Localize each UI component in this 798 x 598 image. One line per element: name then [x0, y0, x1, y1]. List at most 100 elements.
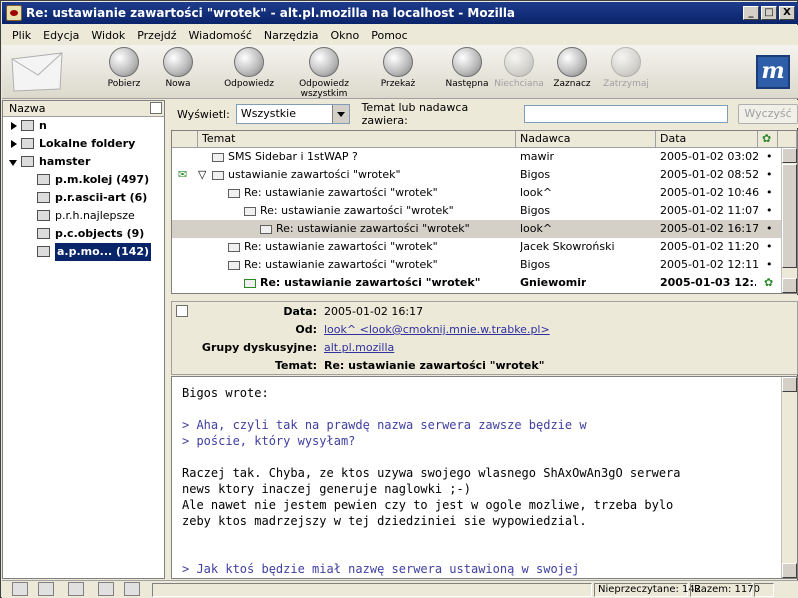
folder-label: p.r.ascii-art (6) [55, 191, 148, 204]
column-picker-icon[interactable] [150, 102, 162, 114]
twisty-collapsed-icon[interactable] [11, 122, 17, 130]
menu-tools[interactable]: Narzędzia [258, 29, 325, 42]
folder-item-hamster[interactable]: hamster [3, 153, 164, 171]
compose-button[interactable]: Nowa [156, 47, 200, 89]
get-messages-button[interactable]: Pobierz [102, 47, 146, 89]
thread-row-selected[interactable]: Re: ustawianie zawartości "wrotek" look^… [172, 220, 797, 238]
security-status-icon[interactable] [754, 583, 774, 597]
forward-label: Przekaż [380, 79, 416, 89]
header-from-link[interactable]: look^ <look@cmoknij.mnie.w.trabke.pl> [324, 321, 550, 339]
junk-button[interactable]: Niechciana [494, 47, 544, 89]
folder-label: p.m.kolej (497) [55, 173, 150, 186]
thread-row[interactable]: Re: ustawianie zawartości "wrotek" Jacek… [172, 238, 797, 256]
mark-label: Zaznacz [553, 79, 591, 89]
view-select[interactable]: Wszystkie [235, 104, 350, 124]
menu-view[interactable]: Widok [85, 29, 131, 42]
twisty-expanded-icon[interactable]: ▽ [198, 166, 206, 184]
column-picker-icon[interactable] [778, 131, 797, 148]
header-groups-link[interactable]: alt.pl.mozilla [324, 339, 394, 357]
forward-button[interactable]: Przekaż [376, 47, 420, 89]
close-button[interactable]: X [779, 6, 795, 20]
menu-edit[interactable]: Edycja [37, 29, 85, 42]
menu-bar: Plik Edycja Widok Przejdź Wiadomość Narz… [2, 25, 798, 45]
junk-label: Niechciana [494, 79, 544, 89]
menu-window[interactable]: Okno [325, 29, 366, 42]
message-body[interactable]: Bigos wrote: > Aha, czyli tak na prawdę … [171, 376, 798, 579]
mark-button[interactable]: Zaznacz [550, 47, 594, 89]
message-icon [228, 260, 240, 270]
folder-item-pm-kolej[interactable]: p.m.kolej (497) [3, 171, 164, 189]
folder-item-local-folders[interactable]: Lokalne foldery [3, 135, 164, 153]
title-bar[interactable]: Re: ustawianie zawartości "wrotek" - alt… [2, 2, 798, 24]
junk-icon [504, 47, 534, 77]
status-text [152, 583, 592, 597]
message-sender: look^ [520, 222, 553, 235]
thread-column-icon[interactable] [172, 131, 198, 148]
scroll-down-arrow-icon[interactable] [782, 278, 797, 293]
search-input[interactable] [523, 105, 729, 123]
scroll-up-arrow-icon[interactable] [782, 148, 797, 163]
scroll-thumb[interactable] [782, 164, 797, 268]
menu-go[interactable]: Przejdź [131, 29, 182, 42]
junk-status-column-icon[interactable]: ✿ [758, 131, 778, 148]
thread-row[interactable]: SMS Sidebar i 1stWAP ? mawir 2005-01-02 … [172, 148, 797, 166]
minimize-button[interactable]: _ [743, 6, 759, 20]
read-dot-icon[interactable]: • [766, 166, 773, 184]
maximize-button[interactable]: □ [761, 6, 777, 20]
folder-item-apmo[interactable]: a.p.mo... (142) [3, 243, 164, 261]
thread-row-unread[interactable]: Re: ustawianie zawartości "wrotek" Gniew… [172, 274, 797, 292]
next-label: Następna [445, 79, 489, 89]
mail-status-icon[interactable] [38, 582, 54, 596]
message-subject: Re: ustawianie zawartości "wrotek" [228, 184, 438, 202]
column-sender[interactable]: Nadawca [516, 131, 656, 148]
mozilla-brand-icon[interactable]: m [756, 55, 790, 89]
mozilla-status-icon[interactable] [12, 582, 28, 596]
scroll-down-arrow-icon[interactable] [782, 563, 797, 578]
address-book-status-icon[interactable] [98, 582, 114, 596]
twisty-collapsed-icon[interactable] [11, 140, 17, 148]
chevron-down-icon[interactable] [331, 105, 349, 123]
thread-row[interactable]: Re: ustawianie zawartości "wrotek" Bigos… [172, 202, 797, 220]
thread-row[interactable]: Re: ustawianie zawartości "wrotek" Bigos… [172, 256, 797, 274]
message-icon [260, 224, 272, 234]
thread-row[interactable]: ✉ ▽ ustawianie zawartości "wrotek" Bigos… [172, 166, 797, 184]
message-subject: ustawianie zawartości "wrotek" [212, 166, 401, 184]
read-dot-icon[interactable]: • [766, 238, 773, 256]
reply-all-button[interactable]: Odpowiedz wszystkim [276, 47, 372, 99]
folder-pane-header[interactable]: Nazwa [3, 101, 164, 117]
main-toolbar: Pobierz Nowa Odpowiedz Odpowiedz wszystk… [2, 45, 798, 99]
menu-message[interactable]: Wiadomość [183, 29, 258, 42]
folder-item-pc-objects[interactable]: p.c.objects (9) [3, 225, 164, 243]
body-scrollbar[interactable] [781, 377, 797, 578]
read-dot-icon[interactable]: • [766, 184, 773, 202]
reply-button[interactable]: Odpowiedz [224, 47, 274, 89]
folder-item-prh-najlepsze[interactable]: p.r.h.najlepsze [3, 207, 164, 225]
header-groups-label: Grupy dyskusyjne: [201, 341, 317, 354]
read-dot-icon[interactable]: • [766, 148, 773, 166]
message-subject: Re: ustawianie zawartości "wrotek" [228, 238, 438, 256]
scroll-up-arrow-icon[interactable] [782, 377, 797, 392]
message-date: 2005-01-02 11:20 [660, 240, 760, 253]
menu-help[interactable]: Pomoc [365, 29, 413, 42]
read-dot-icon[interactable]: • [766, 256, 773, 274]
next-button[interactable]: Następna [442, 47, 492, 89]
unread-status-icon[interactable]: ✿ [764, 274, 773, 292]
message-sender: Gniewomir [520, 276, 587, 289]
message-date: 2005-01-02 08:52 [660, 168, 760, 181]
composer-status-icon[interactable] [68, 582, 84, 596]
message-icon [228, 188, 240, 198]
folder-item-n[interactable]: n [3, 117, 164, 135]
clear-button[interactable]: Wyczyść [738, 104, 798, 124]
column-date[interactable]: Data [656, 131, 758, 148]
twisty-expanded-icon[interactable] [9, 160, 17, 166]
thread-scrollbar[interactable] [781, 148, 797, 293]
online-status-icon[interactable] [124, 582, 140, 596]
menu-file[interactable]: Plik [6, 29, 37, 42]
thread-row[interactable]: Re: ustawianie zawartości "wrotek" look^… [172, 184, 797, 202]
column-subject[interactable]: Temat [198, 131, 516, 148]
stop-button[interactable]: Zatrzymaj [602, 47, 650, 89]
read-dot-icon[interactable]: • [766, 220, 773, 238]
folder-item-pr-ascii-art[interactable]: p.r.ascii-art (6) [3, 189, 164, 207]
read-dot-icon[interactable]: • [766, 202, 773, 220]
body-line: zeby ktos madrzejszy w tej dziedziniei s… [182, 514, 587, 528]
